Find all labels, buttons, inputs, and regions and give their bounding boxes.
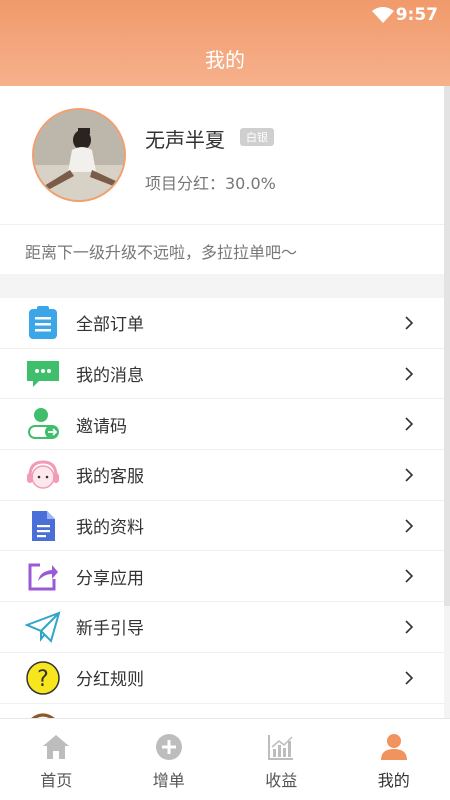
- chevron-right-icon: [405, 519, 414, 533]
- chevron-right-icon: [405, 316, 414, 330]
- menu-item-partial[interactable]: [0, 704, 444, 718]
- menu-item-all-orders[interactable]: 全部订单: [0, 298, 444, 349]
- tab-label: 我的: [377, 771, 410, 790]
- level-badge: 白银: [240, 128, 274, 146]
- menu-list: 全部订单 我的消息 邀请码 我的客服 我的资料 分享应用 新手引导 ? 分红规则: [0, 298, 444, 718]
- menu-item-dividend-rules[interactable]: ? 分红规则: [0, 653, 444, 704]
- menu-item-messages[interactable]: 我的消息: [0, 349, 444, 400]
- tab-label: 首页: [40, 771, 73, 790]
- chevron-right-icon: [405, 569, 414, 583]
- share-icon: [25, 558, 61, 594]
- add-circle-icon: [155, 734, 182, 760]
- tab-earnings[interactable]: 收益: [225, 719, 338, 800]
- document-icon: [25, 508, 61, 544]
- tab-label: 增单: [152, 771, 185, 790]
- message-icon: [25, 356, 61, 392]
- scrollbar[interactable]: [444, 86, 450, 606]
- bottom-tab-bar: 首页 增单 收益 我的: [0, 718, 450, 800]
- menu-item-label: 我的客服: [76, 467, 144, 488]
- svg-text:?: ?: [37, 667, 49, 692]
- status-time: 9:57: [395, 5, 438, 25]
- menu-item-label: 我的消息: [76, 366, 144, 387]
- username: 无声半夏: [145, 128, 225, 152]
- profile-card[interactable]: 无声半夏 白银 项目分红：30.0%: [0, 86, 444, 224]
- invite-user-icon: [25, 406, 61, 442]
- clipboard-icon: [25, 305, 61, 341]
- menu-item-invite-code[interactable]: 邀请码: [0, 399, 444, 451]
- menu-item-label: 邀请码: [76, 416, 127, 437]
- wifi-icon: [372, 7, 394, 23]
- paper-plane-icon: [25, 609, 61, 645]
- page-title: 我的: [205, 48, 245, 72]
- chevron-right-icon: [405, 468, 414, 482]
- user-icon: [380, 734, 407, 760]
- menu-item-beginner-guide[interactable]: 新手引导: [0, 602, 444, 653]
- menu-item-share-app[interactable]: 分享应用: [0, 551, 444, 603]
- menu-item-label: 全部订单: [76, 315, 144, 336]
- chevron-right-icon: [405, 366, 414, 381]
- chevron-right-icon: [405, 620, 414, 634]
- tab-label: 收益: [265, 771, 298, 790]
- question-icon: ?: [25, 660, 61, 696]
- chevron-right-icon: [405, 417, 414, 431]
- upgrade-notice-text: 距离下一级升级不远啦，多拉拉单吧～: [25, 243, 298, 262]
- tab-home[interactable]: 首页: [0, 719, 113, 800]
- avatar[interactable]: [32, 108, 126, 202]
- chart-icon: [268, 735, 294, 760]
- headset-icon: [25, 457, 61, 493]
- menu-item-customer-service[interactable]: 我的客服: [0, 450, 444, 501]
- upgrade-notice: 距离下一级升级不远啦，多拉拉单吧～: [0, 224, 444, 274]
- avatar-image: [34, 110, 124, 200]
- app-header: 9:57 我的: [0, 0, 450, 86]
- menu-item-my-profile[interactable]: 我的资料: [0, 501, 444, 552]
- tab-mine[interactable]: 我的: [338, 719, 450, 800]
- menu-item-label: 分红规则: [76, 670, 144, 691]
- menu-item-label: 新手引导: [76, 619, 144, 640]
- chevron-right-icon: [405, 671, 414, 685]
- status-bar: 9:57: [0, 0, 450, 32]
- tab-add-order[interactable]: 增单: [113, 719, 226, 800]
- menu-item-label: 分享应用: [76, 568, 144, 589]
- menu-item-label: 我的资料: [76, 518, 144, 539]
- dividend-rate: 项目分红：30.0%: [145, 174, 276, 193]
- partial-menu-icon: [25, 710, 61, 718]
- home-icon: [43, 735, 70, 759]
